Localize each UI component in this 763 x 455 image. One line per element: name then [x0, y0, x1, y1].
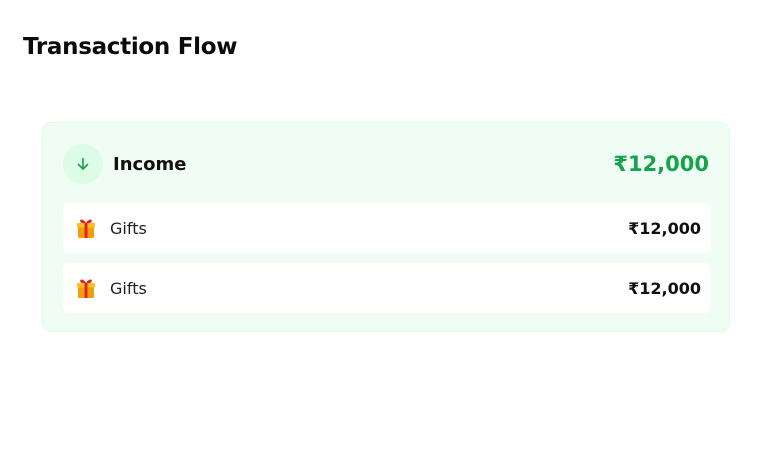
- income-category-card[interactable]: Income ₹12,000 Gifts ₹12,000 Gifts ₹12,0…: [42, 122, 730, 332]
- arrow-down-icon: [63, 144, 103, 184]
- transaction-row-left: Gifts: [76, 277, 147, 299]
- transaction-amount: ₹12,000: [628, 218, 701, 238]
- income-total-amount: ₹12,000: [613, 152, 709, 176]
- income-header-left: Income: [63, 144, 187, 184]
- income-card-header[interactable]: Income ₹12,000: [63, 143, 709, 185]
- transaction-row-left: Gifts: [76, 217, 147, 239]
- transaction-amount: ₹12,000: [628, 278, 701, 298]
- transaction-label: Gifts: [110, 218, 147, 238]
- transaction-row[interactable]: Gifts ₹12,000: [63, 263, 711, 313]
- transaction-row[interactable]: Gifts ₹12,000: [63, 203, 711, 253]
- gift-icon: [76, 217, 96, 239]
- transaction-label: Gifts: [110, 278, 147, 298]
- page-title: Transaction Flow: [23, 34, 238, 60]
- income-category-label: Income: [113, 153, 187, 175]
- transaction-flow-page: Transaction Flow Income ₹12,000 Gifts ₹1…: [0, 0, 763, 455]
- gift-icon: [76, 277, 96, 299]
